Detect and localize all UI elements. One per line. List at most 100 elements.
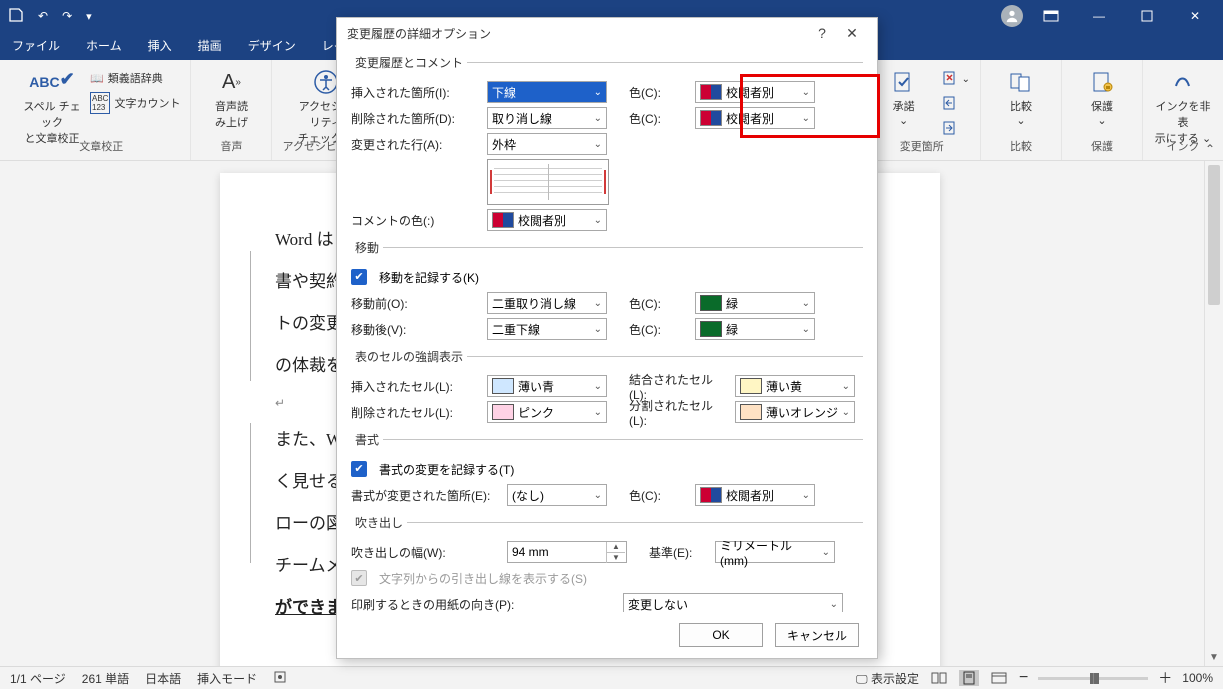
comment-color-select[interactable]: 校閲者別⌄ [487, 209, 607, 231]
dialog-footer: OK キャンセル [337, 612, 877, 658]
vertical-scrollbar[interactable]: ▲ ▼ [1204, 161, 1223, 666]
tab-insert[interactable]: 挿入 [144, 37, 176, 60]
scroll-thumb[interactable] [1208, 165, 1220, 305]
deleted-cells-select[interactable]: ピンク⌄ [487, 401, 607, 423]
show-lines-label: 文字列からの引き出し線を表示する(S) [379, 570, 587, 587]
fieldset-markup: 変更履歴とコメント 挿入された箇所(I): 下線⌄ 色(C): 校閲者別⌄ 削除… [351, 54, 863, 233]
fieldset-legend: 表のセルの強調表示 [351, 348, 467, 365]
reject-button[interactable]: ⌄ [942, 70, 970, 89]
merged-cells-select[interactable]: 薄い黄⌄ [735, 375, 855, 397]
view-readmode-icon[interactable] [929, 670, 949, 686]
ribbon-group-changes: 承諾 ⌄ ⌄ 変更箇所 [864, 60, 981, 160]
formatting-location-select[interactable]: (なし)⌄ [507, 484, 607, 506]
insertions-select[interactable]: 下線⌄ [487, 81, 607, 103]
spinner-down-icon[interactable]: ▼ [607, 552, 625, 563]
zoom-out-button[interactable]: − [1019, 669, 1028, 687]
view-web-icon[interactable] [989, 670, 1009, 686]
fieldset-legend: 吹き出し [351, 514, 407, 531]
status-insert-mode[interactable]: 挿入モード [197, 670, 257, 687]
protect-button[interactable]: 保護 ⌄ [1072, 64, 1132, 127]
balloon-width-input[interactable] [508, 545, 606, 559]
dialog-titlebar: 変更履歴の詳細オプション ? ✕ [337, 18, 877, 48]
reject-icon [942, 70, 958, 89]
fieldset-legend: 変更履歴とコメント [351, 54, 467, 71]
print-orientation-label: 印刷するときの用紙の向き(P): [351, 596, 521, 613]
spinner-up-icon[interactable]: ▲ [607, 542, 625, 552]
track-formatting-checkbox[interactable]: ✔ [351, 461, 367, 477]
changed-lines-preview [487, 159, 609, 205]
thesaurus-button[interactable]: 📖類義語辞典 [90, 70, 180, 86]
display-settings-button[interactable]: 🖵 表示設定 [856, 670, 919, 687]
color-label: 色(C): [613, 295, 689, 312]
read-aloud-icon: A» [217, 68, 245, 96]
track-moves-checkbox[interactable]: ✔ [351, 269, 367, 285]
qat-customize-icon[interactable]: ▾ [86, 10, 92, 23]
ribbon-display-icon[interactable] [1031, 2, 1071, 30]
deletions-label: 削除された箇所(D): [351, 110, 481, 127]
revision-bar [250, 251, 251, 381]
accept-button[interactable]: 承諾 ⌄ [874, 64, 934, 127]
moved-to-select[interactable]: 二重下線⌄ [487, 318, 607, 340]
maximize-button[interactable] [1127, 2, 1167, 30]
tab-design[interactable]: デザイン [244, 37, 300, 60]
wordcount-button[interactable]: ABC123文字カウント [90, 92, 180, 114]
protect-icon [1088, 68, 1116, 96]
zoom-slider[interactable] [1038, 677, 1148, 680]
spellcheck-icon: ABC✔ [38, 68, 66, 96]
status-language[interactable]: 日本語 [145, 670, 181, 687]
tab-draw[interactable]: 描画 [194, 37, 226, 60]
next-change-button[interactable] [942, 120, 970, 139]
undo-icon[interactable]: ↶ [38, 9, 48, 23]
prev-change-button[interactable] [942, 95, 970, 114]
moved-from-color-select[interactable]: 緑⌄ [695, 292, 815, 314]
ribbon-group-label: 保護 [1091, 138, 1113, 158]
moved-to-label: 移動後(V): [351, 321, 481, 338]
redo-icon[interactable]: ↷ [62, 9, 72, 23]
view-print-icon[interactable] [959, 670, 979, 686]
print-orientation-select[interactable]: 変更しない⌄ [623, 593, 843, 612]
dialog-help-button[interactable]: ? [807, 21, 837, 45]
insertions-label: 挿入された箇所(I): [351, 84, 481, 101]
split-cells-select[interactable]: 薄いオレンジ⌄ [735, 401, 855, 423]
changed-lines-select[interactable]: 外枠⌄ [487, 133, 607, 155]
ribbon-group-label: 音声 [220, 138, 242, 158]
spellcheck-button[interactable]: ABC✔ スペル チェック と文章校正 [22, 64, 82, 146]
read-aloud-button[interactable]: A» 音声読 み上げ [201, 64, 261, 130]
split-cells-label: 分割されたセル(L): [613, 397, 729, 428]
ribbon-group-label: 文章校正 [79, 138, 123, 158]
track-moves-label: 移動を記録する(K) [379, 269, 479, 286]
avatar[interactable] [1001, 5, 1023, 27]
macro-record-icon[interactable] [273, 670, 287, 687]
ribbon-collapse-icon[interactable]: ⌃ [1205, 142, 1215, 156]
moved-from-select[interactable]: 二重取り消し線⌄ [487, 292, 607, 314]
tab-file[interactable]: ファイル [8, 37, 64, 60]
changed-lines-label: 変更された行(A): [351, 136, 481, 153]
status-page[interactable]: 1/1 ページ [10, 670, 66, 687]
measure-label: 基準(E): [633, 544, 709, 561]
compare-button[interactable]: 比較 ⌄ [991, 64, 1051, 127]
inserted-cells-select[interactable]: 薄い青⌄ [487, 375, 607, 397]
insertions-color-select[interactable]: 校閲者別⌄ [695, 81, 815, 103]
measure-select[interactable]: ミリメートル (mm)⌄ [715, 541, 835, 563]
ribbon-group-label: インク [1167, 138, 1200, 158]
status-wordcount[interactable]: 261 単語 [82, 670, 129, 687]
autosave-icon[interactable] [8, 7, 24, 26]
zoom-level[interactable]: 100% [1182, 671, 1213, 685]
close-button[interactable]: ✕ [1175, 2, 1215, 30]
tab-home[interactable]: ホーム [82, 37, 126, 60]
comment-color-label: コメントの色(:) [351, 212, 481, 229]
minimize-button[interactable]: — [1079, 2, 1119, 30]
moved-to-color-select[interactable]: 緑⌄ [695, 318, 815, 340]
deletions-color-select[interactable]: 校閲者別⌄ [695, 107, 815, 129]
ok-button[interactable]: OK [679, 623, 763, 647]
balloon-width-spinner[interactable]: ▲▼ [507, 541, 627, 563]
scroll-down-icon[interactable]: ▼ [1205, 648, 1223, 666]
hide-ink-button[interactable]: インクを非表 示にする ⌄ [1153, 64, 1213, 146]
cancel-button[interactable]: キャンセル [775, 623, 859, 647]
track-formatting-label: 書式の変更を記録する(T) [379, 461, 514, 478]
fieldset-cells: 表のセルの強調表示 挿入されたセル(L): 薄い青⌄ 結合されたセル(L): 薄… [351, 348, 863, 425]
formatting-color-select[interactable]: 校閲者別⌄ [695, 484, 815, 506]
deletions-select[interactable]: 取り消し線⌄ [487, 107, 607, 129]
zoom-in-button[interactable]: ＋ [1158, 668, 1172, 688]
dialog-close-button[interactable]: ✕ [837, 21, 867, 45]
